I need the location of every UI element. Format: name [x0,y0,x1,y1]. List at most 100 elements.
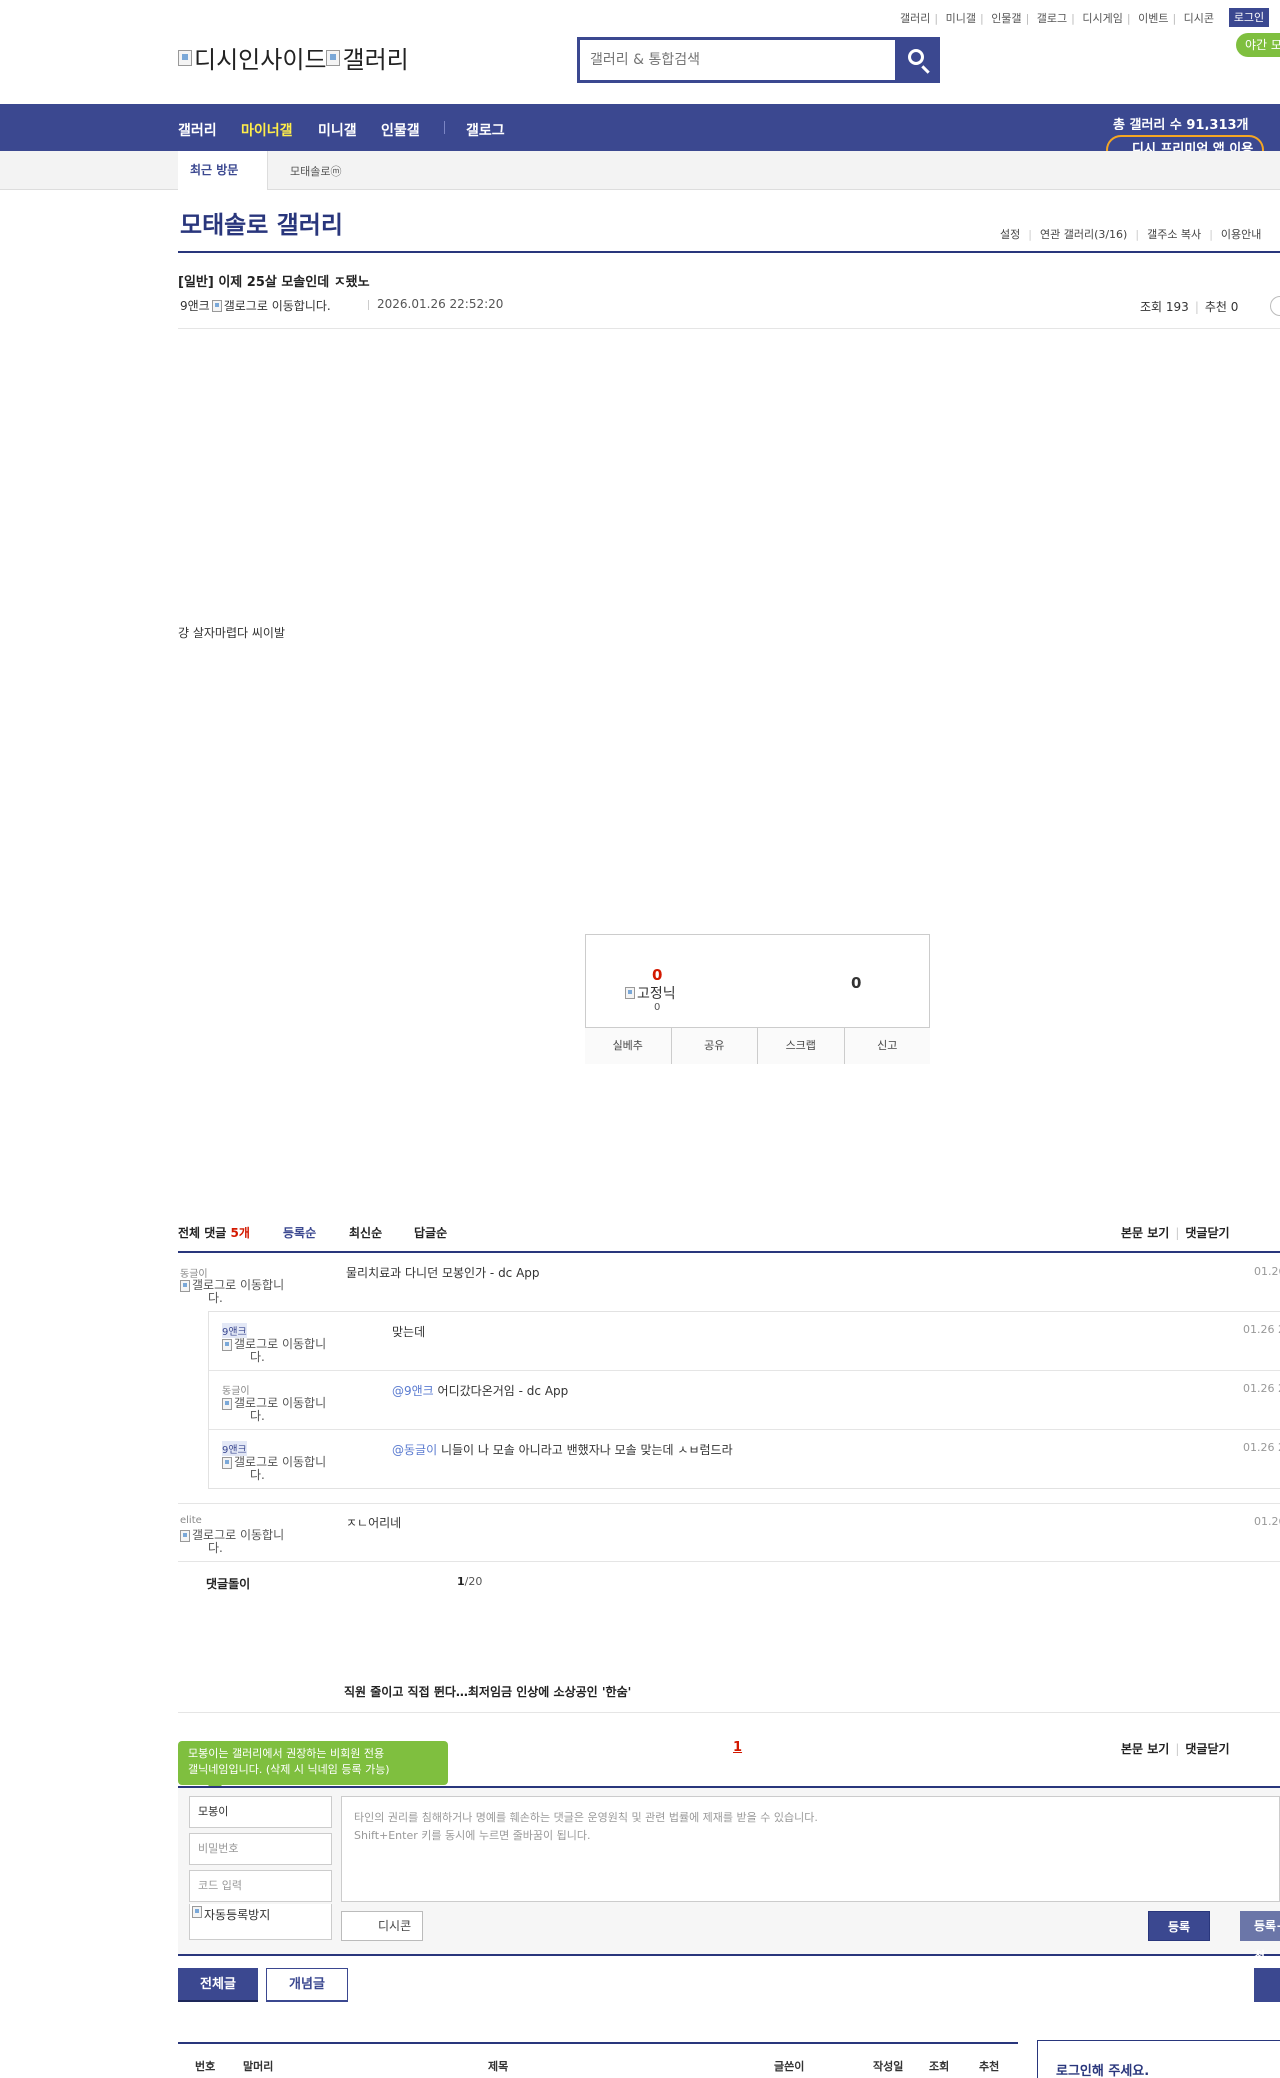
post-option-button[interactable] [1270,296,1280,316]
write-button[interactable] [1254,1968,1280,2002]
gallog-icon [180,1279,190,1292]
gallog-icon[interactable] [211,299,222,312]
util-person-link[interactable]: 인물갤 [991,12,1021,25]
sort-replies[interactable]: 답글순 [414,1224,447,1241]
comment-total-label: 전체 댓글 [178,1226,227,1240]
sort-registered[interactable]: 등록순 [283,1224,316,1241]
gnb-gallery[interactable]: 갤러리 [178,120,217,140]
sort-latest[interactable]: 최신순 [349,1224,382,1241]
gnb-mini-gallery[interactable]: 미니갤 [318,120,357,140]
util-gallog-link[interactable]: 갤로그 [1037,12,1067,25]
gnb-gallog[interactable]: 갤로그 [466,120,505,140]
reply-text: 맞는데 [392,1325,426,1339]
gallog-link[interactable]: 갤로그로 이동합니 다. [222,1397,326,1422]
util-event-link[interactable]: 이벤트 [1138,12,1168,25]
gallog-link[interactable]: 갤로그로 이동합니 다. [180,1279,284,1304]
comment-bot-label: 댓글돌이 [206,1577,251,1591]
nickname-input[interactable]: 모봉이 [189,1796,332,1828]
comment-page-current[interactable]: 1 [457,1575,465,1588]
site-logo[interactable]: 디시인사이드 갤러리 [178,40,409,75]
dccon-button[interactable]: 디시콘 [341,1911,423,1941]
login-prompt[interactable]: 로그인해 주세요. [1056,2060,1149,2078]
search-input[interactable] [580,40,880,80]
post-writer[interactable]: 9앤크 갤로그로 이동합니다. [180,297,331,314]
gallog-link[interactable]: 갤로그로 이동합니 다. [222,1338,326,1363]
reply-container [208,1311,1280,1489]
recommend-up-count: 0 [652,966,663,984]
captcha-input[interactable]: 코드 입력 [189,1870,332,1902]
login-button[interactable]: 로그인 [1229,8,1269,27]
tooltip-line: 갤닉네임입니다. (삭제 시 닉네임 등록 가능) [188,1763,390,1776]
copy-address-link[interactable]: 갤주소 복사 [1147,228,1201,241]
related-gallery-link[interactable]: 연관 갤러리(3/16) [1040,228,1127,241]
reply-divider [209,1429,1280,1430]
post-views: 조회 193 [1140,300,1189,314]
col-title: 제목 [488,2060,509,2073]
fixed-nick-alt: 고정닉 [637,986,676,1002]
gnb-person-gallery[interactable]: 인물갤 [381,120,420,140]
col-writer: 글쓴이 [774,2060,805,2073]
fixed-nick-count: 0 [654,1002,661,1013]
reply-date: 01.26 22:55:12 [1243,1382,1280,1395]
gallery-settings-link[interactable]: 설정 [1000,228,1020,241]
realbest-recommend-button[interactable]: 실베추 [585,1028,672,1064]
comment-textarea[interactable]: 타인의 권리를 침해하거나 명예를 훼손하는 댓글은 운영원칙 및 관련 법률에… [341,1796,1280,1902]
comment-nick[interactable]: elite [180,1515,202,1526]
captcha-image: 자동등록방지 [189,1904,332,1940]
submit-recommend-button[interactable]: 등록+추천 [1240,1911,1280,1963]
reply-mention[interactable]: @동글이 [392,1443,437,1457]
tab-concept-posts[interactable]: 개념글 [266,1968,348,2002]
col-date: 작성일 [873,2060,904,2073]
search-icon [908,49,924,65]
reply-nick[interactable]: 동글이 [222,1382,250,1397]
title-divider [178,251,1280,253]
recommend-actions: 실베추 공유 스크랩 신고 [585,1027,930,1064]
gallery-title[interactable]: 모태솔로 갤러리 [180,205,343,240]
post-title: [일반] 이제 25살 모솔인데 ㅈ됐노 [178,275,370,290]
night-mode-button[interactable]: 야간 모드 [1236,33,1280,57]
usage-guide-link[interactable]: 이용안내 [1221,228,1261,241]
logo-site-text: 디시인사이드 [194,46,327,74]
reply-body: 어디갔다온거임 - dc App [437,1384,569,1398]
gallery-count: 총 갤러리 수 91,313개 [1113,118,1249,130]
util-minor-link[interactable]: 미니갤 [946,12,976,25]
util-gallery-link[interactable]: 갤러리 [900,12,930,25]
gallog-alt: 갤로그로 이동합니 [234,1337,327,1351]
gallog-icon [222,1456,232,1469]
reply-body: 니들이 나 모솔 아니라고 밴했자나 모솔 맞는데 ㅅㅂ럼드라 [440,1443,733,1457]
scrap-button[interactable]: 스크랩 [758,1028,845,1064]
search-button[interactable] [895,37,940,83]
gallog-alt-cont: 다. [208,1290,223,1305]
news-headline[interactable]: 직원 줄이고 직접 뛴다…최저임금 인상에 소상공인 '한숨' [344,1683,631,1700]
close-comments-link[interactable]: 댓글닫기 [1185,1226,1229,1240]
reply-nick[interactable]: 9앤크 [222,1323,247,1338]
report-button[interactable]: 신고 [844,1028,930,1064]
comment-row-divider [178,1503,1280,1504]
comment-text: 물리치료과 다니던 모봉인가 - dc App [346,1266,540,1280]
util-dccon-link[interactable]: 디시콘 [1184,12,1214,25]
view-body-link[interactable]: 본문 보기 [1121,1226,1169,1240]
gallog-icon [222,1338,232,1351]
comment-pagination: 1/20 [457,1575,482,1588]
gnb-minor-gallery[interactable]: 마이너갤 [241,120,293,140]
share-button[interactable]: 공유 [671,1028,758,1064]
gallog-link[interactable]: 갤로그로 이동합니 다. [222,1456,326,1481]
recent-visit-item[interactable]: 모태솔로ⓜ [290,163,341,179]
writer-nick[interactable]: 9앤크 [180,297,210,314]
tab-all-posts[interactable]: 전체글 [178,1968,258,2002]
reply-mention[interactable]: @9앤크 [392,1384,434,1398]
close-comments-link[interactable]: 댓글닫기 [1185,1742,1229,1756]
reply-nick[interactable]: 9앤크 [222,1441,247,1456]
recent-visit-tab[interactable]: 최근 방문 [178,151,268,190]
util-game-link[interactable]: 디시게임 [1082,12,1122,25]
submit-button[interactable]: 등록 [1148,1911,1210,1941]
nick-tooltip: 모봉이는 갤러리에서 권장하는 비회원 전용 갤닉네임입니다. (삭제 시 닉네… [178,1741,448,1792]
comment-total: 전체 댓글 5개 [178,1224,250,1241]
gallog-link[interactable]: 갤로그로 이동합니 다. [180,1529,284,1554]
comment-page-link[interactable]: 1 [733,1740,742,1755]
password-input[interactable]: 비밀번호 [189,1833,332,1865]
view-body-link[interactable]: 본문 보기 [1121,1742,1169,1756]
comment-date: 01.26 22:53:10 [1254,1265,1280,1278]
textarea-placeholder-line: Shift+Enter 키를 동시에 누르면 줄바꿈이 됩니다. [354,1829,591,1842]
fixed-nick-icon [625,987,635,999]
